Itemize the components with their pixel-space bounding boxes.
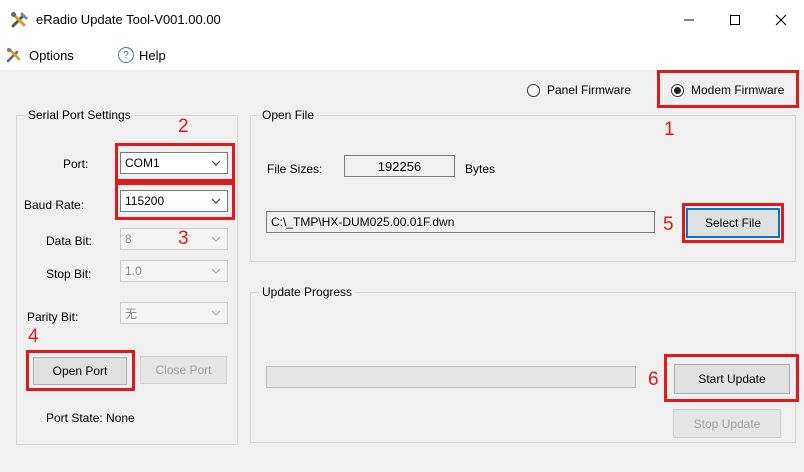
chevron-down-icon (211, 310, 221, 316)
chevron-down-icon (211, 198, 221, 204)
baud-rate-label: Baud Rate: (24, 198, 85, 212)
menu-help[interactable]: ? Help (118, 47, 166, 63)
chevron-down-icon (211, 268, 221, 274)
close-icon (775, 14, 787, 26)
data-bit-combo[interactable]: 8 (120, 228, 228, 250)
port-combo[interactable]: COM1 (120, 152, 228, 174)
open-port-button[interactable]: Open Port (33, 357, 127, 385)
update-progress-bar (266, 366, 636, 388)
menu-options[interactable]: Options (6, 47, 74, 63)
parity-bit-combo[interactable]: 无 (120, 302, 228, 324)
title-bar[interactable]: eRadio Update Tool-V001.00.00 (0, 0, 804, 40)
file-path-field[interactable]: C:\_TMP\HX-DUM025.00.01F.dwn (266, 211, 655, 233)
chevron-down-icon (211, 236, 221, 242)
serial-port-settings-title: Serial Port Settings (25, 108, 134, 122)
radio-selected-icon (671, 83, 684, 97)
port-state-text: Port State: None (46, 411, 135, 425)
modem-firmware-label: Modem Firmware (691, 83, 785, 97)
panel-firmware-label: Panel Firmware (547, 83, 632, 97)
open-file-title: Open File (259, 108, 318, 122)
minimize-button[interactable] (666, 0, 712, 40)
window-title: eRadio Update Tool-V001.00.00 (36, 12, 221, 27)
baud-rate-combo[interactable]: 115200 (120, 190, 228, 212)
file-sizes-label: File Sizes: (267, 162, 323, 176)
parity-bit-value: 无 (125, 306, 138, 321)
maximize-button[interactable] (712, 0, 758, 40)
maximize-icon (730, 15, 740, 25)
annotation-number: 5 (663, 214, 674, 235)
close-port-button[interactable]: Close Port (140, 356, 227, 384)
menu-options-label: Options (29, 47, 74, 63)
stop-bit-label: Stop Bit: (46, 267, 92, 281)
data-bit-label: Data Bit: (46, 234, 93, 248)
annotation-number: 2 (178, 116, 189, 137)
help-icon: ? (118, 47, 134, 63)
data-bit-value: 8 (125, 232, 132, 246)
open-file-group: Open File (250, 108, 796, 262)
start-update-button[interactable]: Start Update (674, 364, 790, 394)
stop-update-button[interactable]: Stop Update (673, 409, 781, 438)
stop-bit-value: 1.0 (125, 264, 142, 278)
tools-icon (11, 12, 28, 28)
close-button[interactable] (758, 0, 804, 40)
chevron-down-icon (211, 160, 221, 166)
file-size-value: 192256 (344, 155, 455, 177)
menu-help-label: Help (139, 47, 166, 63)
modem-firmware-radio[interactable]: Modem Firmware (671, 83, 784, 97)
annotation-number: 4 (28, 326, 39, 347)
baud-rate-value: 115200 (125, 194, 165, 208)
menu-bar: Options ? Help (0, 40, 804, 70)
radio-circle-icon (527, 83, 540, 97)
panel-firmware-radio[interactable]: Panel Firmware (527, 83, 631, 97)
tools-icon (6, 48, 21, 63)
annotation-number: 1 (664, 119, 675, 140)
app-window: eRadio Update Tool-V001.00.00 Options ? … (0, 0, 804, 472)
stop-bit-combo[interactable]: 1.0 (120, 260, 228, 282)
parity-bit-label: Parity Bit: (27, 310, 79, 324)
port-value: COM1 (125, 156, 160, 170)
update-progress-title: Update Progress (259, 285, 356, 299)
select-file-button[interactable]: Select File (686, 208, 780, 238)
annotation-number: 6 (648, 369, 659, 390)
port-label: Port: (63, 157, 89, 171)
annotation-number: 3 (178, 228, 189, 249)
minimize-icon (684, 19, 694, 21)
file-size-unit: Bytes (465, 162, 496, 176)
